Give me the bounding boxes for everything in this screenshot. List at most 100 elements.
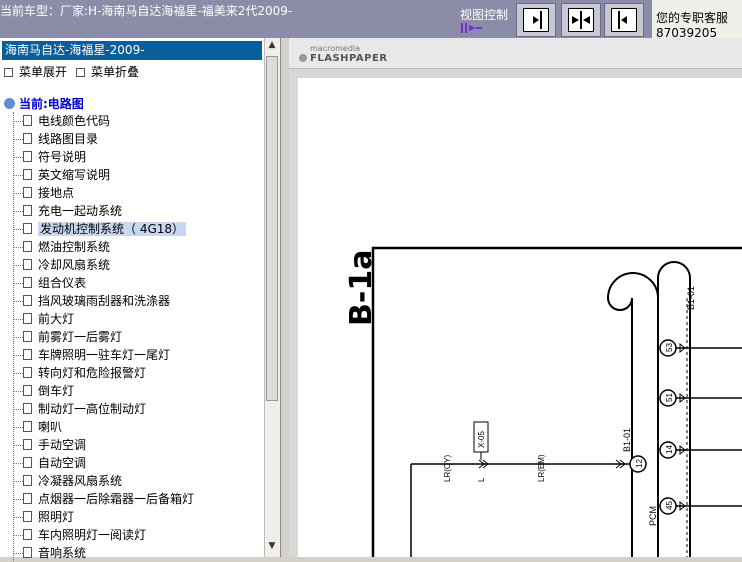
menu-item-label: 制动灯一高位制动灯 bbox=[38, 402, 147, 416]
menu-item[interactable]: 制动灯一高位制动灯 bbox=[8, 400, 264, 418]
tree-connector bbox=[14, 409, 23, 410]
document-icon bbox=[23, 295, 32, 306]
menu-item[interactable]: 符号说明 bbox=[8, 148, 264, 166]
align-right-view-button[interactable] bbox=[516, 3, 556, 37]
tree-connector bbox=[14, 481, 23, 482]
wire-label-lrem: LR(EM) bbox=[537, 454, 546, 482]
document-icon bbox=[23, 385, 32, 396]
menu-item[interactable]: 前大灯 bbox=[8, 310, 264, 328]
menu-item[interactable]: 燃油控制系统 bbox=[8, 238, 264, 256]
document-icon bbox=[23, 547, 32, 558]
expand-menu-button[interactable]: 菜单展开 bbox=[4, 63, 67, 80]
menu-item[interactable]: 手动空调 bbox=[8, 436, 264, 454]
tree-connector bbox=[14, 175, 23, 176]
collapse-menu-button[interactable]: 菜单折叠 bbox=[76, 63, 139, 80]
document-icon bbox=[23, 133, 32, 144]
menu-item-label: 喇叭 bbox=[38, 420, 63, 434]
menu-item[interactable]: 接地点 bbox=[8, 184, 264, 202]
tree-connector bbox=[14, 445, 23, 446]
menu-item-label: 车内照明灯一阅读灯 bbox=[38, 528, 147, 542]
menu-item[interactable]: 冷却风扇系统 bbox=[8, 256, 264, 274]
menu-item-label: 挡风玻璃雨刮器和洗涤器 bbox=[38, 294, 171, 308]
svg-text:12: 12 bbox=[635, 459, 644, 468]
wiring-diagram: B1-01 53 51 14 45 PCM 12 B1-01 X-05 LR(O… bbox=[371, 246, 742, 557]
menu-item-label: 前大灯 bbox=[38, 312, 75, 326]
document-icon bbox=[23, 223, 32, 234]
arrow-right-icon bbox=[533, 11, 542, 29]
scroll-down-icon[interactable]: ▼ bbox=[266, 541, 278, 555]
tree-connector bbox=[14, 229, 23, 230]
sidebar-scrollbar[interactable]: ▲ ▼ bbox=[264, 38, 280, 557]
customer-service-label: 您的专职客服 bbox=[656, 11, 729, 25]
expand-menu-label: 菜单展开 bbox=[19, 65, 68, 79]
menu-item[interactable]: 英文缩写说明 bbox=[8, 166, 264, 184]
menu-item[interactable]: 照明灯 bbox=[8, 508, 264, 526]
menu-item-label: 冷却风扇系统 bbox=[38, 258, 111, 272]
document-icon bbox=[23, 349, 32, 360]
menu-item[interactable]: 电线颜色代码 bbox=[8, 112, 264, 130]
document-icon bbox=[23, 187, 32, 198]
menu-item-label: 手动空调 bbox=[38, 438, 87, 452]
current-section: 当前:电路图 bbox=[4, 95, 84, 112]
current-section-label: 当前:电路图 bbox=[19, 97, 84, 111]
expand-box-icon bbox=[4, 68, 13, 77]
menu-item[interactable]: 倒车灯 bbox=[8, 382, 264, 400]
flashpaper-logo: macromedia FLASHPAPER bbox=[299, 44, 388, 64]
menu-item[interactable]: 线路图目录 bbox=[8, 130, 264, 148]
collapse-box-icon bbox=[76, 68, 85, 77]
tree-connector bbox=[14, 373, 23, 374]
menu-item[interactable]: 喇叭 bbox=[8, 418, 264, 436]
tree-connector bbox=[14, 193, 23, 194]
document-icon bbox=[23, 151, 32, 162]
document-icon bbox=[23, 115, 32, 126]
scroll-thumb[interactable] bbox=[266, 56, 278, 401]
document-icon bbox=[23, 205, 32, 216]
tree-connector bbox=[14, 301, 23, 302]
menu-item[interactable]: 车内照明灯一阅读灯 bbox=[8, 526, 264, 544]
menu-item-label: 照明灯 bbox=[38, 510, 75, 524]
menu-item-label: 英文缩写说明 bbox=[38, 168, 111, 182]
tree-connector bbox=[14, 121, 23, 122]
document-viewer: macromedia FLASHPAPER B-1a B1-01 53 51 1… bbox=[289, 38, 742, 557]
center-view-button[interactable] bbox=[561, 3, 601, 37]
connector-id-right: B1-01 bbox=[686, 286, 696, 310]
svg-text:53: 53 bbox=[665, 343, 674, 352]
menu-item[interactable]: 发动机控制系统（ 4G18） bbox=[8, 220, 264, 238]
view-control-icon bbox=[461, 23, 482, 33]
document-icon bbox=[23, 493, 32, 504]
sidebar: 海南马自达-海福星-2009- 菜单展开 菜单折叠 当前:电路图 电线颜色代码线… bbox=[0, 38, 281, 562]
sidebar-header[interactable]: 海南马自达-海福星-2009- bbox=[2, 41, 262, 60]
document-page[interactable]: B-1a B1-01 53 51 14 45 PCM 12 B1-01 X-05… bbox=[298, 78, 742, 557]
menu-item[interactable]: 冷凝器风扇系统 bbox=[8, 472, 264, 490]
menu-item[interactable]: 挡风玻璃雨刮器和洗涤器 bbox=[8, 292, 264, 310]
flashpaper-toolbar: macromedia FLASHPAPER bbox=[289, 38, 742, 69]
menu-item-label: 接地点 bbox=[38, 186, 75, 200]
tree-connector bbox=[14, 553, 23, 554]
menu-item[interactable]: 充电一起动系统 bbox=[8, 202, 264, 220]
menu-item-label: 车牌照明一驻车灯一尾灯 bbox=[38, 348, 171, 362]
wire-label-lroy: LR(OY) bbox=[443, 455, 452, 482]
menu-item-label: 倒车灯 bbox=[38, 384, 75, 398]
tree-connector bbox=[14, 265, 23, 266]
menu-item[interactable]: 车牌照明一驻车灯一尾灯 bbox=[8, 346, 264, 364]
menu-item[interactable]: 前雾灯一后雾灯 bbox=[8, 328, 264, 346]
document-icon bbox=[23, 511, 32, 522]
pin-45: 45 bbox=[659, 497, 742, 515]
menu-item[interactable]: 自动空调 bbox=[8, 454, 264, 472]
tree-connector bbox=[14, 391, 23, 392]
scroll-up-icon[interactable]: ▲ bbox=[266, 40, 278, 54]
macromedia-icon bbox=[299, 54, 307, 62]
menu-item[interactable]: 组合仪表 bbox=[8, 274, 264, 292]
menu-item[interactable]: 音响系统 bbox=[8, 544, 264, 562]
tree-connector bbox=[14, 319, 23, 320]
menu-item-label: 前雾灯一后雾灯 bbox=[38, 330, 123, 344]
document-icon bbox=[23, 403, 32, 414]
document-icon bbox=[23, 367, 32, 378]
menu-item-label: 线路图目录 bbox=[38, 132, 99, 146]
menu-item[interactable]: 点烟器一后除霜器一后备箱灯 bbox=[8, 490, 264, 508]
align-left-view-button[interactable] bbox=[604, 3, 644, 37]
globe-icon bbox=[4, 98, 15, 109]
menu-item[interactable]: 转向灯和危险报警灯 bbox=[8, 364, 264, 382]
tree-connector bbox=[14, 535, 23, 536]
menu-item-label: 符号说明 bbox=[38, 150, 87, 164]
